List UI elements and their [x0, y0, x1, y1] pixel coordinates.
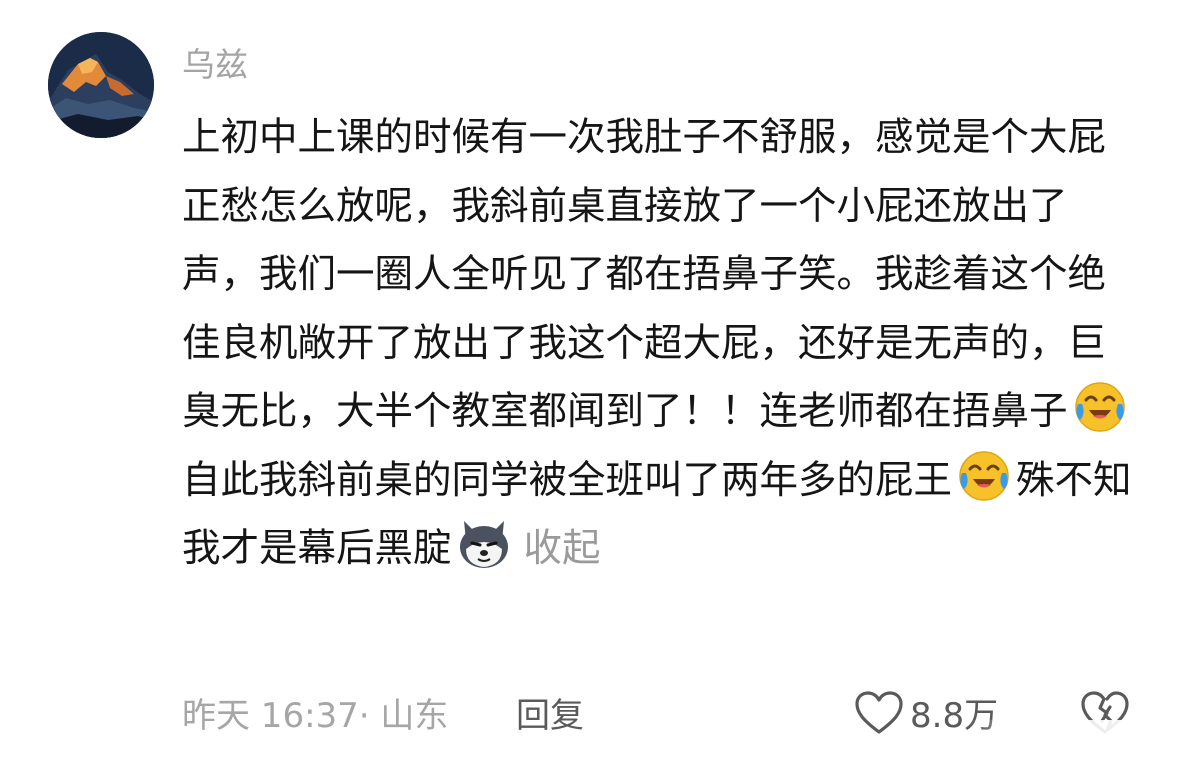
mountain-avatar-image [48, 32, 154, 138]
collapse-button[interactable]: 收起 [524, 526, 601, 571]
username[interactable]: 乌兹 [182, 38, 248, 86]
avatar[interactable] [48, 32, 154, 138]
heart-icon [855, 690, 903, 734]
comment-text-part-2: 自此我斜前桌的同学被全班叫了两年多的屁王 [182, 457, 953, 503]
timestamp-location: 昨天 16:37· 山东 [182, 696, 449, 736]
reply-button[interactable]: 回复 [516, 688, 584, 737]
comment-text: 上初中上课的时候有一次我肚子不舒服，感觉是个大屁正愁怎么放呢，我斜前桌直接放了一… [182, 104, 1132, 584]
laugh-cry-emoji-icon [1072, 378, 1128, 434]
comment-text-part-1: 上初中上课的时候有一次我肚子不舒服，感觉是个大屁正愁怎么放呢，我斜前桌直接放了一… [182, 115, 1107, 434]
watermark-overlay [969, 720, 1179, 768]
husky-dog-emoji-icon [456, 515, 512, 571]
laugh-cry-emoji-icon [956, 447, 1012, 503]
